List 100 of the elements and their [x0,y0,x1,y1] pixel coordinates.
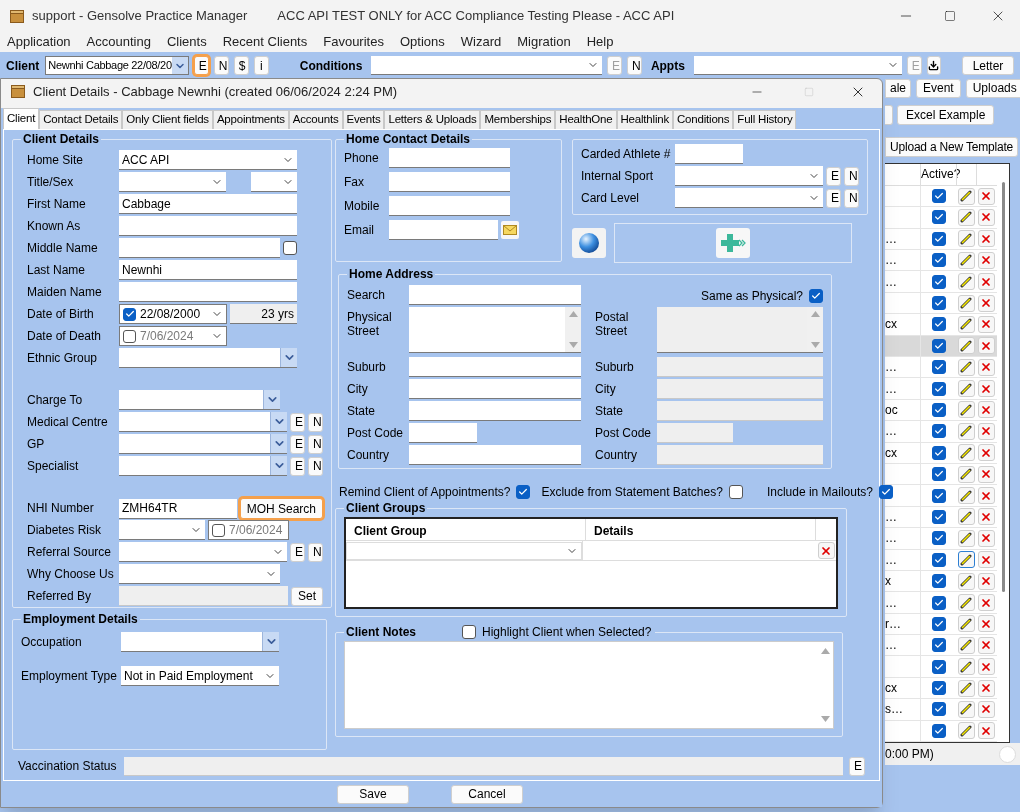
tab[interactable]: Letters & Uploads [384,110,481,129]
table-row[interactable]: cx [885,442,997,464]
text-field[interactable] [409,285,581,305]
checkbox[interactable] [931,424,946,439]
dropdown[interactable] [119,434,287,454]
delete-button[interactable] [977,444,995,462]
table-row[interactable]: cx [885,677,997,700]
tab[interactable]: Events [342,110,385,129]
dropdown-button[interactable] [263,390,280,409]
button[interactable]: E [849,756,865,776]
button[interactable]: N [308,456,323,476]
delete-button[interactable] [977,337,995,355]
client-dropdown[interactable]: Newnhi Cabbage 22/08/20 [45,56,189,75]
maximize-icon[interactable] [944,10,956,22]
checkbox[interactable] [931,381,946,396]
button[interactable]: Upload a New Template [885,137,1018,157]
menu-item[interactable]: Clients [166,32,207,52]
text-field[interactable] [389,172,510,192]
cancel-button[interactable]: Cancel [451,784,523,804]
text-field[interactable]: Cabbage [119,194,297,214]
dropdown[interactable] [675,188,823,208]
dropdown-button[interactable] [270,412,287,431]
checkbox[interactable] [728,485,743,499]
button[interactable]: MOH Search [239,498,323,519]
menu-item[interactable]: Application [7,32,71,52]
checkbox[interactable] [931,274,946,289]
dropdown[interactable] [119,520,205,540]
checkbox[interactable] [212,523,225,537]
dropdown-button[interactable] [280,348,297,367]
checkbox[interactable] [931,552,946,567]
globe-button[interactable] [572,228,606,258]
button[interactable]: Letter [962,56,1014,75]
button[interactable]: Excel Example [897,105,995,125]
delete-button[interactable] [977,722,995,740]
checkbox[interactable] [931,659,946,674]
checkbox[interactable] [931,488,946,503]
dropdown[interactable] [675,166,823,186]
button[interactable]: N [844,166,859,186]
delete-button[interactable] [977,380,995,398]
checkbox[interactable] [931,338,946,353]
table-row[interactable]: … [885,250,997,272]
delete-button[interactable] [977,422,995,440]
table-row[interactable]: … [885,528,997,550]
checkbox[interactable] [931,253,946,268]
button[interactable]: N [844,188,859,208]
delete-button[interactable] [977,315,995,333]
table-row[interactable] [885,463,997,486]
text-field[interactable]: ZMH64TR [119,498,237,519]
button[interactable]: E [290,434,305,454]
tab[interactable]: Client [3,108,40,129]
button[interactable]: N [213,56,229,75]
checkbox[interactable] [809,289,823,303]
delete-button[interactable] [977,700,995,718]
table-row[interactable]: … [885,378,997,400]
checkbox[interactable] [931,723,946,738]
delete-button[interactable] [977,679,995,697]
tab[interactable]: Memberships [480,110,556,129]
checkbox[interactable] [123,307,136,321]
checkbox[interactable] [931,360,946,375]
checkbox[interactable] [931,531,946,546]
delete-button[interactable] [977,358,995,376]
text-field[interactable] [389,148,510,168]
button[interactable]: E [193,56,209,75]
delete-button[interactable] [977,251,995,269]
checkbox[interactable] [931,681,946,696]
menu-item[interactable]: Migration [517,32,571,52]
button[interactable]: N [308,434,323,454]
delete-button[interactable] [977,401,995,419]
table-row[interactable] [885,185,997,208]
download-button[interactable] [926,56,941,75]
button[interactable]: $ [233,56,249,75]
table-row[interactable]: … [885,635,997,657]
table-row[interactable]: cx [885,314,997,336]
checkbox[interactable] [283,241,297,255]
text-field[interactable] [409,357,581,377]
checkbox[interactable] [931,616,946,631]
date-picker[interactable]: 7/06/2024 [119,326,227,346]
table-row[interactable]: … [885,228,997,251]
checkbox[interactable] [931,467,946,482]
table-row[interactable]: … [885,357,997,379]
menu-item[interactable]: Help [586,32,614,52]
dropdown-button[interactable] [270,456,287,475]
text-field[interactable] [389,196,510,216]
checkbox[interactable] [123,329,136,343]
checkbox[interactable] [931,638,946,653]
dropdown-button[interactable] [262,632,279,651]
text-field[interactable] [119,216,297,236]
checkbox[interactable] [931,702,946,717]
checkbox[interactable] [931,231,946,246]
delete-button[interactable] [977,208,995,226]
checkbox[interactable] [931,189,946,204]
button[interactable]: N [308,542,323,562]
table-row[interactable] [885,720,997,742]
scroll-down-icon[interactable] [820,716,830,722]
delete-button[interactable] [977,551,995,569]
table-row[interactable]: oc [885,399,997,422]
dropdown[interactable]: Not in Paid Employment [121,666,279,686]
dropdown[interactable] [119,542,287,562]
tab[interactable]: Accounts [288,110,343,129]
scroll-thumb[interactable] [1001,182,1005,592]
